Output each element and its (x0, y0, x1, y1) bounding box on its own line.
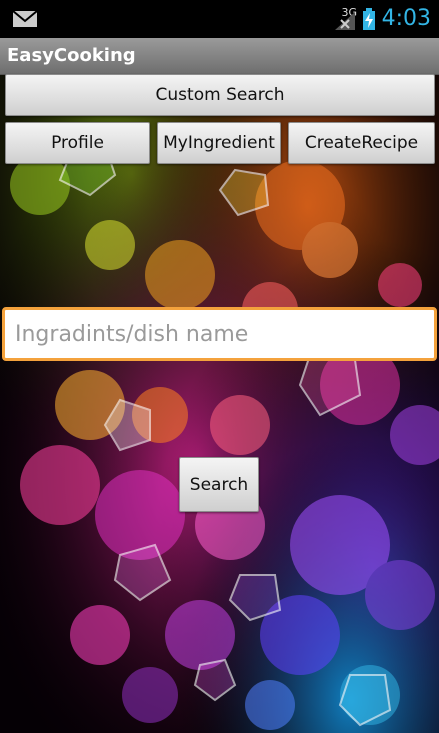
clock-time: 4:03 (381, 6, 431, 31)
custom-search-button[interactable]: Custom Search (5, 74, 435, 116)
search-input[interactable] (2, 307, 437, 361)
create-recipe-button[interactable]: CreateRecipe (288, 122, 435, 164)
signal-icon (335, 12, 355, 30)
mail-icon (12, 10, 38, 27)
background-wallpaper (0, 75, 439, 733)
app-title-bar: EasyCooking (0, 38, 439, 75)
my-ingredient-button[interactable]: MyIngredient (157, 122, 281, 164)
app-title: EasyCooking (7, 45, 136, 66)
profile-button[interactable]: Profile (5, 122, 150, 164)
status-bar: 3G 4:03 (0, 0, 439, 38)
battery-charging-icon (363, 8, 375, 30)
app-screen: 3G 4:03 EasyCooking Custom Search Profil… (0, 0, 439, 733)
search-button[interactable]: Search (179, 457, 259, 512)
